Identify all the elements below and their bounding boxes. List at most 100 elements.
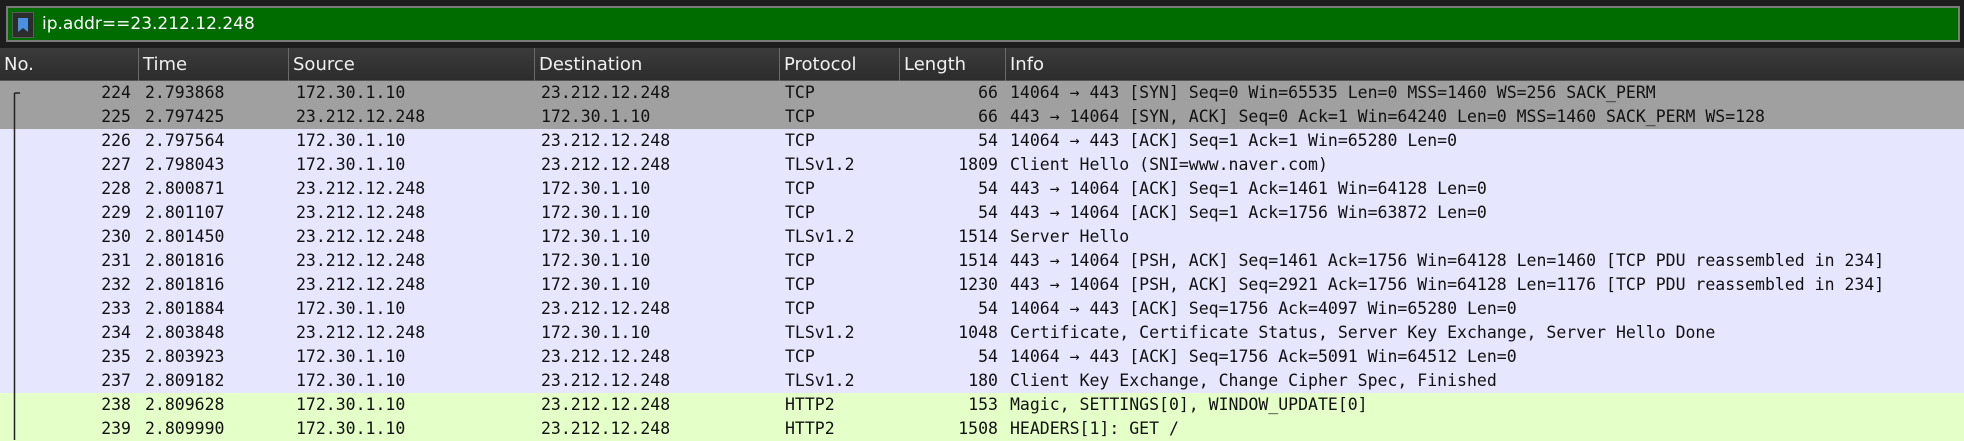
packet-row[interactable]: 226 2.797564 172.30.1.10 23.212.12.248 TCP 54… [0,129,1964,153]
packet-source: 23.212.12.248 [296,107,426,126]
packet-destination: 23.212.12.248 [541,395,671,414]
packet-source: 172.30.1.10 [296,419,406,438]
packet-length: 54 [978,179,998,198]
packet-row[interactable]: 237 2.809182 172.30.1.10 23.212.12.248 TLSv1… [0,369,1964,393]
filter-bookmark-button[interactable] [12,12,34,38]
packet-time: 2.809628 [145,395,225,414]
packet-destination: 172.30.1.10 [541,323,651,342]
packet-info: 443 → 14064 [ACK] Seq=1 Ack=1756 Win=638… [1010,203,1487,222]
packet-row[interactable]: 225 2.797425 23.212.12.248 172.30.1.10 TCP 66… [0,105,1964,129]
packet-row[interactable]: 230 2.801450 23.212.12.248 172.30.1.10 TLSv1… [0,225,1964,249]
packet-source: 23.212.12.248 [296,203,426,222]
packet-no: 230 [101,227,131,246]
packet-length: 180 [968,371,998,390]
column-header-protocol[interactable]: Protocol [780,48,900,81]
display-filter-toolbar: ip.addr==23.212.12.248 [0,0,1964,48]
packet-destination: 23.212.12.248 [541,419,671,438]
packet-destination: 172.30.1.10 [541,107,651,126]
packet-row[interactable]: 224 2.793868 172.30.1.10 23.212.12.248 TCP 66… [0,81,1964,105]
packet-source: 172.30.1.10 [296,371,406,390]
packet-destination: 23.212.12.248 [541,83,671,102]
packet-protocol: TCP [785,107,815,126]
packet-protocol: TLSv1.2 [785,155,855,174]
packet-info: 443 → 14064 [SYN, ACK] Seq=0 Ack=1 Win=6… [1010,107,1765,126]
packet-time: 2.801816 [145,275,225,294]
column-header-info[interactable]: Info [1006,48,1964,81]
column-header-source[interactable]: Source [289,48,535,81]
packet-time: 2.809182 [145,371,225,390]
packet-protocol: TLSv1.2 [785,227,855,246]
packet-length: 54 [978,299,998,318]
packet-protocol: TCP [785,347,815,366]
column-header-no[interactable]: No. [0,48,139,81]
packet-source: 172.30.1.10 [296,299,406,318]
packet-no: 233 [101,299,131,318]
packet-row[interactable]: 235 2.803923 172.30.1.10 23.212.12.248 TCP 54… [0,345,1964,369]
packet-time: 2.803923 [145,347,225,366]
packet-time: 2.801107 [145,203,225,222]
packet-source: 23.212.12.248 [296,323,426,342]
packet-time: 2.809990 [145,419,225,438]
packet-time: 2.801450 [145,227,225,246]
packet-length: 54 [978,131,998,150]
packet-protocol: TCP [785,179,815,198]
packet-source: 23.212.12.248 [296,227,426,246]
packet-row[interactable]: 229 2.801107 23.212.12.248 172.30.1.10 TCP 54… [0,201,1964,225]
packet-info: 14064 → 443 [ACK] Seq=1756 Ack=5091 Win=… [1010,347,1517,366]
packet-source: 172.30.1.10 [296,395,406,414]
packet-no: 229 [101,203,131,222]
packet-length: 66 [978,83,998,102]
packet-no: 238 [101,395,131,414]
packet-protocol: TCP [785,203,815,222]
packet-source: 172.30.1.10 [296,347,406,366]
column-header-length[interactable]: Length [900,48,1006,81]
packet-info: HEADERS[1]: GET / [1010,419,1179,438]
packet-destination: 23.212.12.248 [541,299,671,318]
packet-row[interactable]: 233 2.801884 172.30.1.10 23.212.12.248 TCP 54… [0,297,1964,321]
packet-protocol: TCP [785,131,815,150]
packet-info: Server Hello [1010,227,1130,246]
packet-time: 2.801816 [145,251,225,270]
packet-destination: 172.30.1.10 [541,275,651,294]
packet-time: 2.801884 [145,299,225,318]
packet-destination: 23.212.12.248 [541,371,671,390]
packet-protocol: HTTP2 [785,419,835,438]
packet-source: 23.212.12.248 [296,179,426,198]
packet-length: 1514 [958,227,998,246]
packet-row[interactable]: 239 2.809990 172.30.1.10 23.212.12.248 HTTP2… [0,417,1964,441]
packet-source: 23.212.12.248 [296,275,426,294]
packet-list-header: No. Time Source Destination Protocol Len… [0,48,1964,81]
packet-time: 2.793868 [145,83,225,102]
packet-info: Client Key Exchange, Change Cipher Spec,… [1010,371,1497,390]
packet-info: 14064 → 443 [ACK] Seq=1756 Ack=4097 Win=… [1010,299,1517,318]
packet-source: 23.212.12.248 [296,251,426,270]
packet-info: 443 → 14064 [PSH, ACK] Seq=2921 Ack=1756… [1010,275,1885,294]
packet-row[interactable]: 228 2.800871 23.212.12.248 172.30.1.10 TCP 54… [0,177,1964,201]
packet-protocol: HTTP2 [785,395,835,414]
packet-time: 2.798043 [145,155,225,174]
packet-destination: 23.212.12.248 [541,131,671,150]
packet-time: 2.797564 [145,131,225,150]
packet-row[interactable]: 234 2.803848 23.212.12.248 172.30.1.10 TLSv1… [0,321,1964,345]
packet-time: 2.800871 [145,179,225,198]
packet-length: 66 [978,107,998,126]
packet-length: 1514 [958,251,998,270]
display-filter-input[interactable]: ip.addr==23.212.12.248 [6,6,1960,42]
packet-no: 226 [101,131,131,150]
packet-row[interactable]: 231 2.801816 23.212.12.248 172.30.1.10 TCP 15… [0,249,1964,273]
packet-protocol: TLSv1.2 [785,323,855,342]
packet-source: 172.30.1.10 [296,155,406,174]
column-header-time[interactable]: Time [139,48,289,81]
packet-row[interactable]: 232 2.801816 23.212.12.248 172.30.1.10 TCP 12… [0,273,1964,297]
packet-info: 14064 → 443 [SYN] Seq=0 Win=65535 Len=0 … [1010,83,1656,102]
packet-source: 172.30.1.10 [296,83,406,102]
packet-row[interactable]: 238 2.809628 172.30.1.10 23.212.12.248 HTTP2… [0,393,1964,417]
column-header-destination[interactable]: Destination [535,48,780,81]
packet-no: 234 [101,323,131,342]
packet-no: 237 [101,371,131,390]
packet-info: 443 → 14064 [PSH, ACK] Seq=1461 Ack=1756… [1010,251,1885,270]
packet-row[interactable]: 227 2.798043 172.30.1.10 23.212.12.248 TLSv1… [0,153,1964,177]
packet-no: 239 [101,419,131,438]
packet-no: 235 [101,347,131,366]
packet-length: 1508 [958,419,998,438]
